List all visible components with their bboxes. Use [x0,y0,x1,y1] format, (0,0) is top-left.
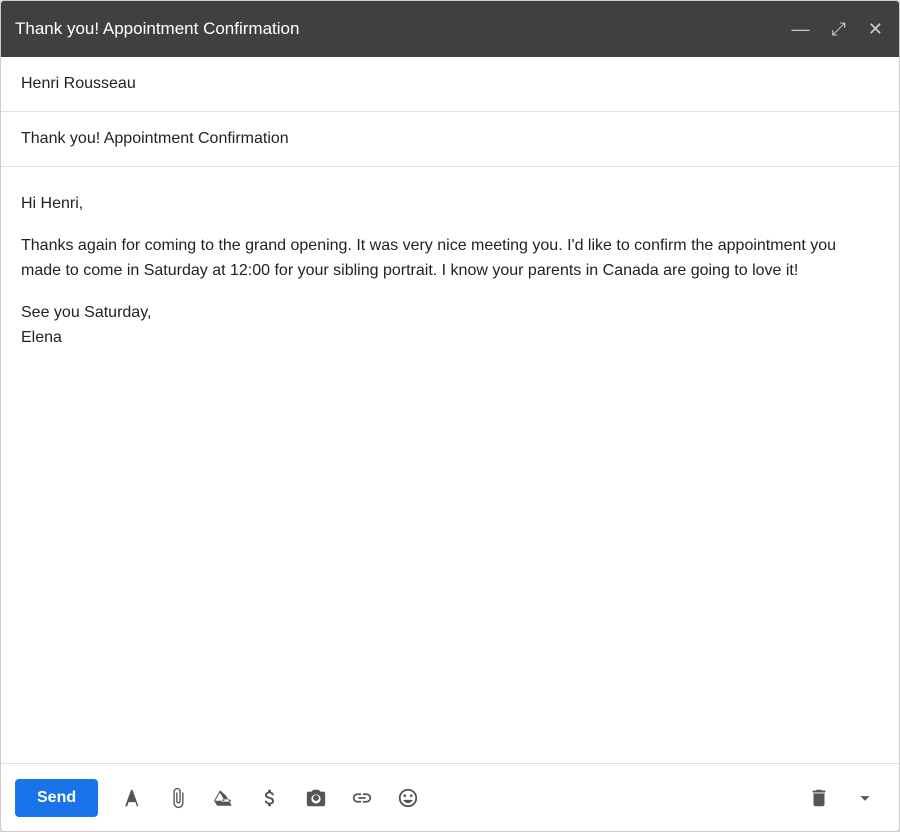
chevron-down-icon [854,787,876,809]
photo-button[interactable] [296,778,336,818]
attach-button[interactable] [158,778,198,818]
to-value: Henri Rousseau [21,75,136,92]
send-button[interactable]: Send [15,779,98,817]
window-controls: — ⤢ ✕ [790,18,886,40]
camera-icon [305,787,327,809]
link-icon [351,787,373,809]
subject-field[interactable]: Thank you! Appointment Confirmation [1,112,899,167]
window-title: Thank you! Appointment Confirmation [15,19,299,39]
emoji-button[interactable] [388,778,428,818]
paperclip-icon [167,787,189,809]
body-paragraph: Thanks again for coming to the grand ope… [21,233,879,284]
drive-icon [213,787,235,809]
title-bar: Thank you! Appointment Confirmation — ⤢ … [1,1,899,57]
more-options-button[interactable] [845,778,885,818]
email-body[interactable]: Hi Henri, Thanks again for coming to the… [1,167,899,763]
link-button[interactable] [342,778,382,818]
font-button[interactable] [112,778,152,818]
closing: See you Saturday, Elena [21,300,879,351]
drive-button[interactable] [204,778,244,818]
greeting: Hi Henri, [21,191,879,217]
delete-button[interactable] [799,778,839,818]
minimize-button[interactable]: — [790,18,812,40]
closing-line: See you Saturday, [21,304,151,321]
compose-window: Thank you! Appointment Confirmation — ⤢ … [0,0,900,832]
dollar-icon [259,787,281,809]
money-button[interactable] [250,778,290,818]
font-icon [121,787,143,809]
close-button[interactable]: ✕ [866,18,885,40]
maximize-button[interactable]: ⤢ [830,18,848,40]
emoji-icon [397,787,419,809]
trash-icon [808,787,830,809]
signature: Elena [21,329,62,346]
to-field[interactable]: Henri Rousseau [1,57,899,112]
toolbar: Send [1,763,899,831]
subject-value: Thank you! Appointment Confirmation [21,130,289,147]
